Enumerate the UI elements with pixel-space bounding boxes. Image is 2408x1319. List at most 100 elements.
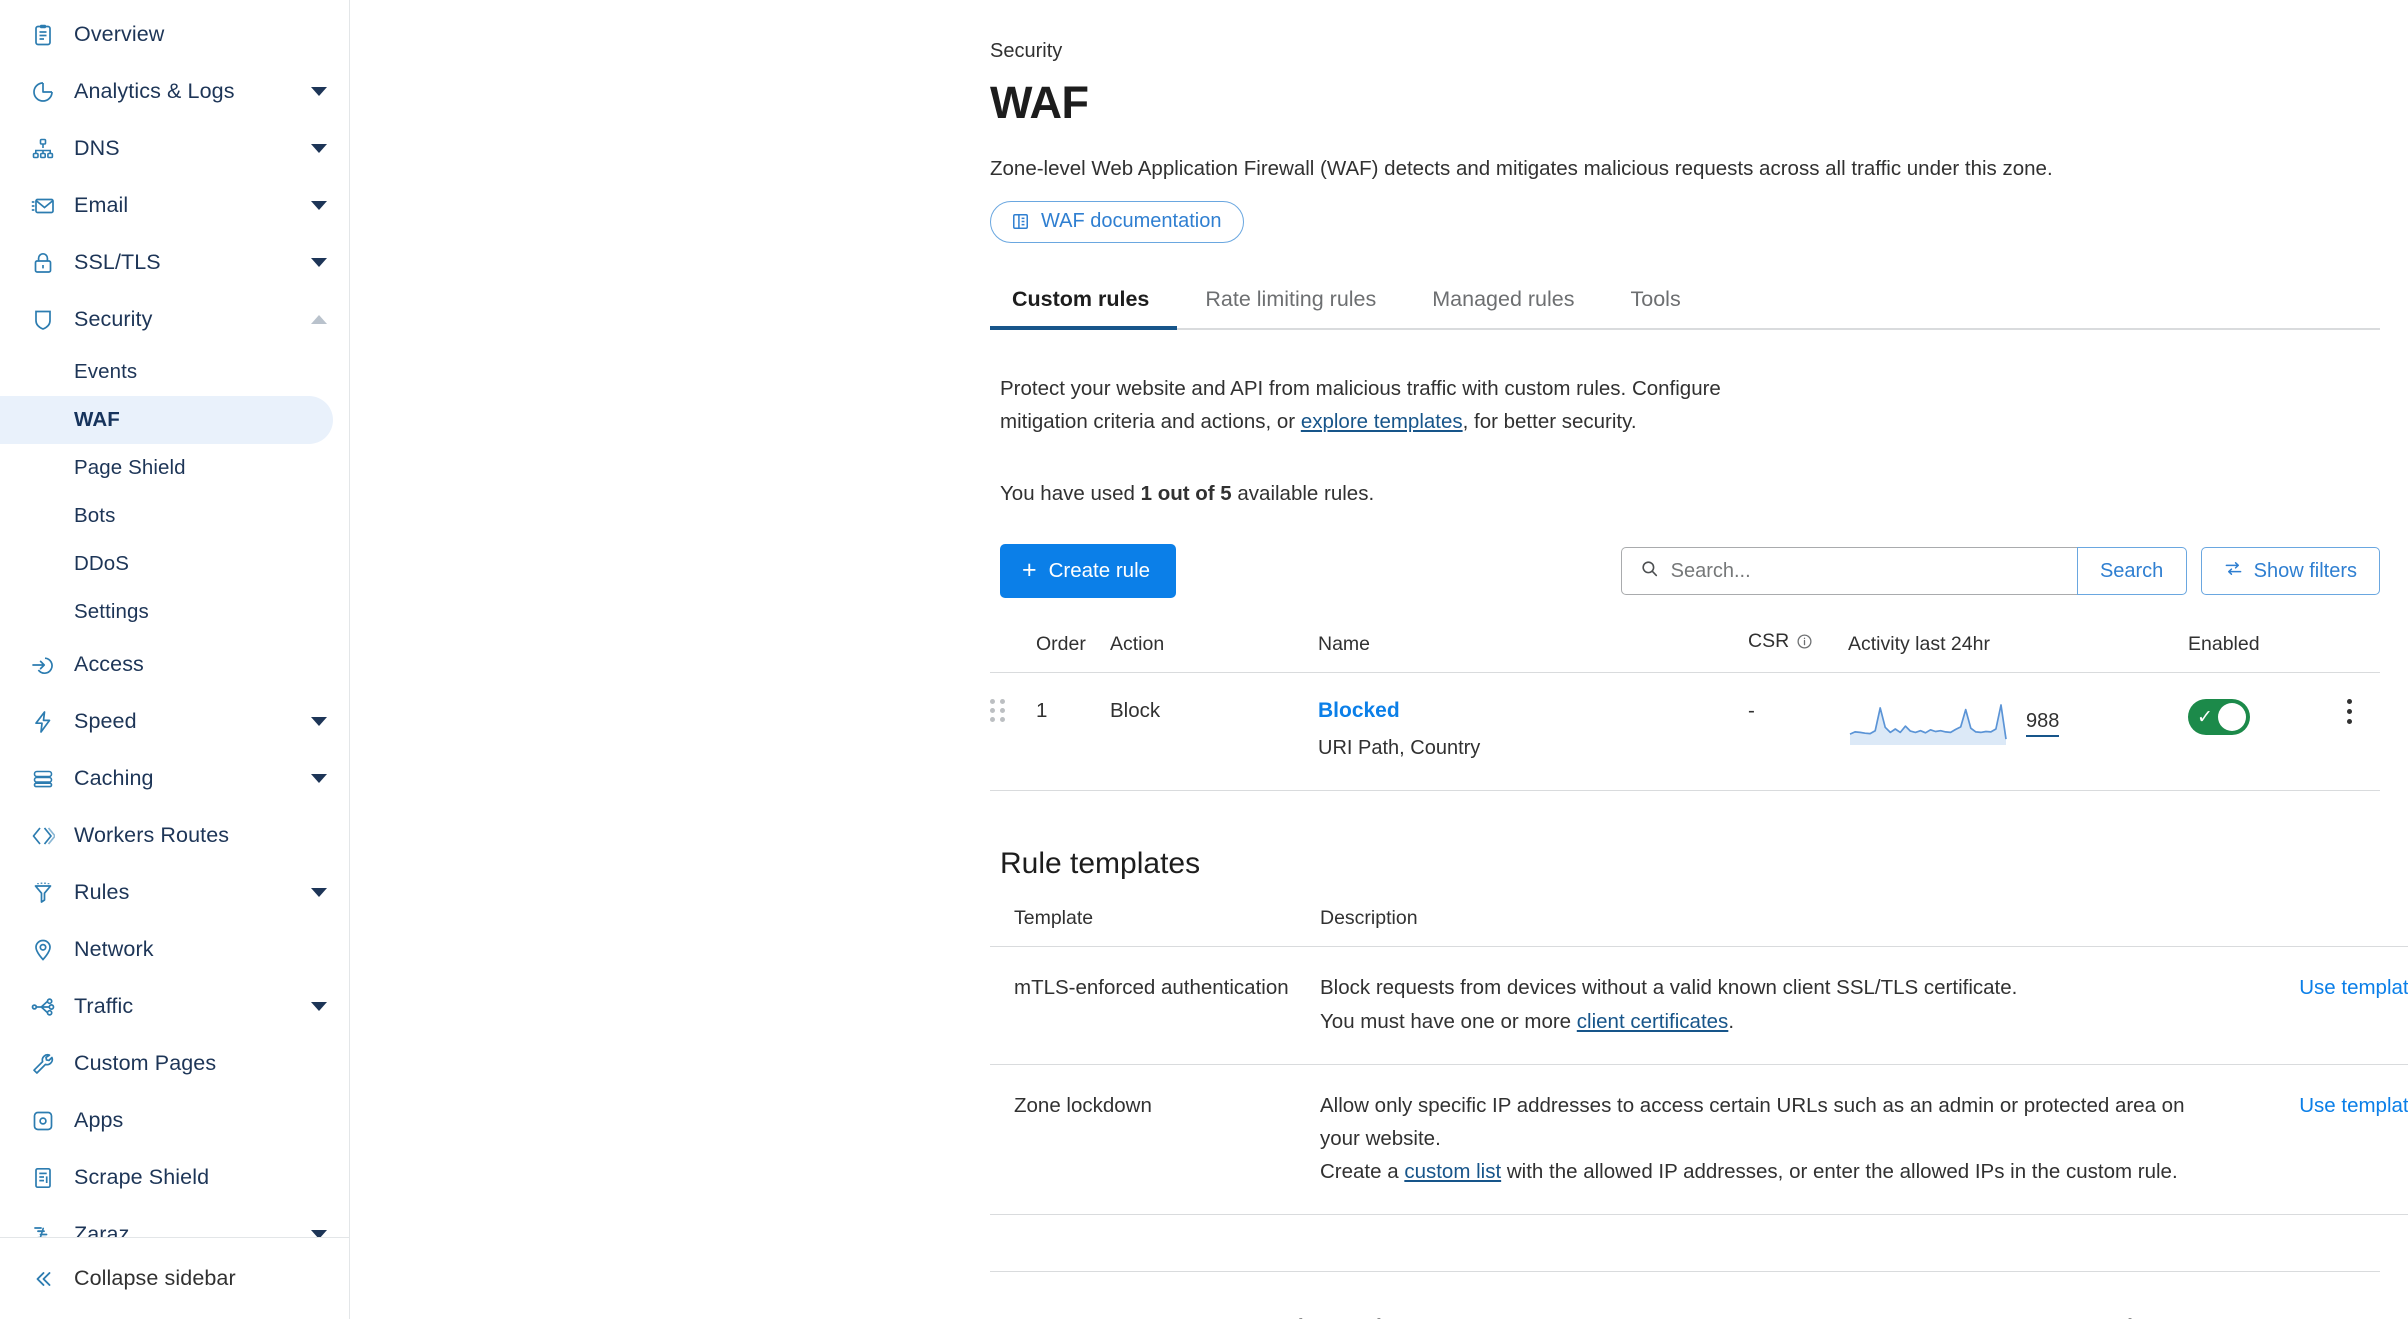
sidebar-item-label: Scrape Shield [74, 1165, 210, 1189]
chevron-down-icon[interactable] [311, 774, 327, 783]
table-row: Zone lockdown Allow only specific IP add… [990, 1064, 2408, 1216]
sidebar-item-apps[interactable]: Apps [0, 1092, 349, 1149]
chevron-down-icon[interactable] [311, 87, 327, 96]
sidebar-item-label: Security [74, 307, 153, 331]
sidebar-item-traffic[interactable]: Traffic [0, 978, 349, 1035]
sidebar-item-email[interactable]: Email [0, 177, 349, 234]
sidebar-item-access[interactable]: Access [0, 636, 349, 693]
rule-templates-heading: Rule templates [1000, 847, 1201, 881]
sidebar-item-label: Overview [74, 22, 165, 46]
tab-custom-rules[interactable]: Custom rules [990, 287, 1178, 330]
lock-icon [28, 248, 58, 278]
chevron-down-icon[interactable] [311, 1230, 327, 1237]
explore-templates-link[interactable]: explore templates [1301, 410, 1463, 433]
sidebar-item-label: Access [74, 652, 144, 676]
desc-pre: You must have one or more [1320, 1009, 1577, 1033]
chevron-down-icon[interactable] [311, 258, 327, 267]
tab-bar: Custom rules Rate limiting rules Managed… [990, 287, 2380, 330]
sidebar-subitem-label: Page Shield [74, 456, 186, 479]
chevron-down-icon[interactable] [311, 1002, 327, 1011]
sidebar-item-network[interactable]: Network [0, 921, 349, 978]
client-certificates-link[interactable]: client certificates [1577, 1010, 1729, 1033]
sidebar-item-label: Email [74, 193, 129, 217]
sidebar-item-label: Custom Pages [74, 1051, 217, 1075]
drag-handle-icon[interactable] [990, 699, 1005, 723]
sidebar-item-bots[interactable]: Bots [0, 492, 333, 540]
plus-icon: + [1022, 556, 1037, 585]
sidebar-item-label: Workers Routes [74, 823, 230, 847]
use-template-link[interactable]: Use template [2299, 1094, 2408, 1117]
rule-name-link[interactable]: Blocked [1318, 699, 1748, 723]
sidebar-item-analytics[interactable]: Analytics & Logs [0, 63, 349, 120]
sidebar-item-custom-pages[interactable]: Custom Pages [0, 1035, 349, 1092]
th-drag [990, 630, 1036, 674]
custom-list-link[interactable]: custom list [1404, 1160, 1501, 1183]
intro-paragraph: Protect your website and API from malici… [990, 372, 1780, 438]
sidebar-item-workers-routes[interactable]: Workers Routes [0, 807, 349, 864]
show-filters-button[interactable]: Show filters [2200, 547, 2380, 596]
sidebar-item-overview[interactable]: Overview [0, 6, 349, 63]
kebab-menu-icon[interactable] [2318, 699, 2380, 725]
sidebar-item-waf[interactable]: WAF [0, 396, 333, 444]
sidebar-item-scrape-shield[interactable]: Scrape Shield [0, 1149, 349, 1206]
sidebar-item-dns[interactable]: DNS [0, 120, 349, 177]
create-rule-button[interactable]: + Create rule [1000, 544, 1177, 599]
zaraz-icon [28, 1220, 58, 1237]
sidebar-item-label: Analytics & Logs [74, 79, 235, 103]
use-template-link[interactable]: Use template [2299, 976, 2408, 999]
tab-tools[interactable]: Tools [1603, 287, 1709, 328]
desc-pre: Create a [1320, 1160, 1405, 1184]
page-footer: Contact Contact support What we do Plans… [990, 1272, 2390, 1319]
activity-count[interactable]: 988 [2026, 710, 2060, 737]
sidebar: Overview Analytics & Logs DNS Email SSL/… [0, 0, 350, 1319]
search-input[interactable] [1670, 559, 2077, 583]
book-icon [1011, 212, 1030, 231]
sidebar-item-label: Apps [74, 1108, 124, 1132]
collapse-sidebar-button[interactable]: Collapse sidebar [0, 1237, 349, 1319]
search-button[interactable]: Search [2076, 547, 2187, 596]
sidebar-item-zaraz[interactable]: Zaraz [0, 1206, 349, 1237]
sidebar-item-label: Traffic [74, 994, 134, 1018]
sidebar-item-label: Rules [74, 880, 130, 904]
template-desc-line-1: Block requests from devices without a va… [1320, 976, 2018, 1000]
sidebar-item-label: Zaraz [74, 1222, 130, 1237]
intro-text-2: , for better security. [1462, 410, 1637, 434]
chevron-down-icon[interactable] [311, 144, 327, 153]
app-square-icon [28, 1106, 58, 1136]
content-wrap: Security WAF Zone-level Web Application … [990, 0, 2408, 1319]
cell-enabled: ✓ [2188, 672, 2318, 792]
breadcrumb: Security [990, 40, 1063, 62]
usage-prefix: You have used [1000, 482, 1141, 506]
sidebar-item-security[interactable]: Security [0, 291, 349, 348]
cell-activity: 988 [1848, 672, 2188, 792]
document-icon [28, 1163, 58, 1193]
search-box[interactable] [1620, 547, 2077, 596]
activity-sparkline-chart [1849, 704, 2007, 746]
info-icon[interactable] [1796, 633, 1813, 656]
chevron-up-icon[interactable] [311, 315, 327, 324]
rule-templates-table: Template Description mTLS-enforced authe… [990, 907, 2408, 1216]
usage-count: 1 out of 5 [1140, 482, 1232, 506]
app-root: Overview Analytics & Logs DNS Email SSL/… [0, 0, 2408, 1319]
envelope-icon [28, 191, 58, 221]
enabled-toggle[interactable]: ✓ [2188, 699, 2250, 736]
chevron-down-icon[interactable] [311, 201, 327, 210]
sidebar-item-ddos[interactable]: DDoS [0, 540, 333, 588]
sidebar-item-page-shield[interactable]: Page Shield [0, 444, 333, 492]
sidebar-item-rules[interactable]: Rules [0, 864, 349, 921]
chevron-down-icon[interactable] [311, 888, 327, 897]
pie-chart-icon [28, 77, 58, 107]
sidebar-item-caching[interactable]: Caching [0, 750, 349, 807]
tab-managed-rules[interactable]: Managed rules [1404, 287, 1602, 328]
sidebar-item-ssl-tls[interactable]: SSL/TLS [0, 234, 349, 291]
filter-arrows-icon [2224, 559, 2243, 584]
login-arrow-icon [28, 650, 58, 680]
sidebar-item-settings[interactable]: Settings [0, 588, 333, 636]
waf-documentation-button[interactable]: WAF documentation [990, 201, 1245, 243]
th-menu [2318, 630, 2380, 674]
th-template: Template [990, 907, 1320, 948]
sidebar-item-events[interactable]: Events [0, 348, 333, 396]
tab-rate-limiting-rules[interactable]: Rate limiting rules [1177, 287, 1404, 328]
sidebar-item-speed[interactable]: Speed [0, 693, 349, 750]
chevron-down-icon[interactable] [311, 717, 327, 726]
